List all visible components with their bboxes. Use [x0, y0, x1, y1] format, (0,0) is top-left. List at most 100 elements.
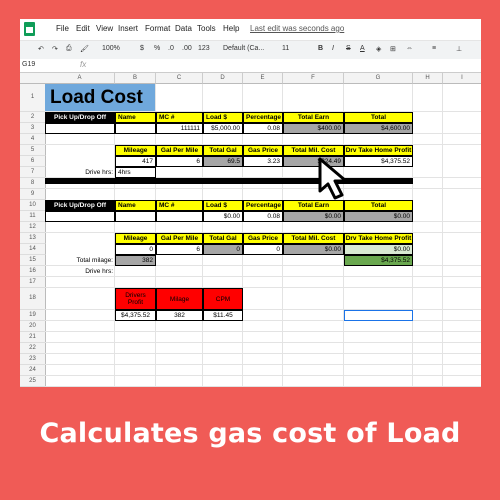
header-total-2[interactable]: Total: [344, 200, 413, 211]
sheet-title[interactable]: Load Cost: [45, 84, 155, 111]
row-header[interactable]: 13: [20, 233, 46, 244]
row-header[interactable]: 21: [20, 332, 46, 343]
header-percentage-2[interactable]: Percentage: [243, 200, 283, 211]
row-header[interactable]: 4: [20, 134, 46, 145]
menu-view[interactable]: View: [96, 24, 113, 33]
col-header-c[interactable]: C: [156, 73, 203, 84]
sheet-grid[interactable]: A B C D E F G H I 1 2 3 4 5 6 7 8 9 10 1…: [20, 73, 481, 387]
header-load[interactable]: Load $: [203, 112, 243, 123]
zoom-select[interactable]: 100%: [102, 45, 120, 52]
cell-mileage-value[interactable]: 417: [115, 156, 156, 167]
header-total-earn-2[interactable]: Total Earn: [283, 200, 344, 211]
row-header[interactable]: 6: [20, 156, 46, 167]
row-header[interactable]: 19: [20, 310, 46, 321]
col-header-h[interactable]: H: [413, 73, 443, 84]
row-header[interactable]: 5: [20, 145, 46, 156]
percent-button[interactable]: %: [154, 45, 160, 52]
cell-gas-price-value[interactable]: 3.23: [243, 156, 283, 167]
row-header[interactable]: 15: [20, 255, 46, 266]
header-total-gal[interactable]: Total Gal: [203, 145, 243, 156]
row-header[interactable]: 16: [20, 266, 46, 277]
font-select[interactable]: Default (Ca...: [223, 45, 264, 52]
row-header[interactable]: 14: [20, 244, 46, 255]
header-milage[interactable]: Milage: [156, 288, 203, 310]
cell-gas-price-value-2[interactable]: 0: [243, 244, 283, 255]
increase-decimal-button[interactable]: .00: [182, 45, 192, 52]
last-edit-link[interactable]: Last edit was seconds ago: [250, 24, 344, 33]
align-vertical-icon[interactable]: ⊥: [456, 45, 462, 53]
row-header[interactable]: 17: [20, 277, 46, 288]
cell-profit-sum-value[interactable]: $4,375.52: [344, 255, 413, 266]
header-mc-2[interactable]: MC #: [156, 200, 203, 211]
col-header-i[interactable]: I: [443, 73, 481, 84]
cell-percentage-value[interactable]: 0.08: [243, 123, 283, 134]
row-header[interactable]: 18: [20, 288, 46, 310]
cell-total-milage-value[interactable]: 382: [115, 255, 156, 266]
cell-total-gal-value[interactable]: 69.5: [203, 156, 243, 167]
cell-load-value[interactable]: $5,000.00: [203, 123, 243, 134]
cell-total-mil-cost-value-2[interactable]: $0.00: [283, 244, 344, 255]
row-header[interactable]: 3: [20, 123, 46, 134]
cell-milage-value[interactable]: 382: [156, 310, 203, 321]
corner-cell[interactable]: [20, 73, 46, 84]
header-drv-take-home-profit[interactable]: Drv Take Home Profit: [344, 145, 413, 156]
row-header[interactable]: 22: [20, 343, 46, 354]
header-total-mil-cost-2[interactable]: Total Mil. Cost: [283, 233, 344, 244]
col-header-a[interactable]: A: [45, 73, 115, 84]
row-header[interactable]: 25: [20, 376, 46, 387]
cell-total-earn-value[interactable]: $400.00: [283, 123, 344, 134]
col-header-e[interactable]: E: [243, 73, 283, 84]
cell-c11[interactable]: [156, 211, 203, 222]
row-header[interactable]: 10: [20, 200, 46, 211]
header-total-mil-cost[interactable]: Total Mil. Cost: [283, 145, 344, 156]
cell-b11[interactable]: [115, 211, 156, 222]
merge-cells-icon[interactable]: ⇔: [406, 45, 413, 52]
row-header[interactable]: 12: [20, 222, 46, 233]
cell-drv-profit-value-2[interactable]: $0.00: [344, 244, 413, 255]
header-gas-price[interactable]: Gas Price: [243, 145, 283, 156]
menu-format[interactable]: Format: [145, 24, 170, 33]
font-size-select[interactable]: 11: [282, 45, 289, 52]
decrease-decimal-button[interactable]: .0: [168, 45, 174, 52]
bold-button[interactable]: B: [318, 45, 323, 52]
cell-a11[interactable]: [45, 211, 115, 222]
print-icon[interactable]: ⎙: [66, 45, 72, 53]
row-header[interactable]: 8: [20, 178, 46, 189]
cell-total-value-2[interactable]: $0.00: [344, 211, 413, 222]
cell-b3[interactable]: [115, 123, 156, 134]
row-header[interactable]: 9: [20, 189, 46, 200]
header-cpm[interactable]: CPM: [203, 288, 243, 310]
menu-tools[interactable]: Tools: [197, 24, 216, 33]
header-gal-per-mile[interactable]: Gal Per Mile: [156, 145, 203, 156]
header-percentage[interactable]: Percentage: [243, 112, 283, 123]
redo-icon[interactable]: ↷: [52, 45, 58, 53]
cell-drivers-profit-value[interactable]: $4,375.52: [115, 310, 156, 321]
fill-color-icon[interactable]: ◈: [376, 45, 381, 53]
header-load-2[interactable]: Load $: [203, 200, 243, 211]
row-header[interactable]: 2: [20, 112, 46, 123]
header-gal-per-mile-2[interactable]: Gal Per Mile: [156, 233, 203, 244]
sheets-logo-icon[interactable]: [24, 22, 35, 36]
menu-edit[interactable]: Edit: [76, 24, 90, 33]
cell-mc-value[interactable]: 111111: [156, 123, 203, 134]
cell-gal-per-mile-value-2[interactable]: 6: [156, 244, 203, 255]
cell-total-gal-value-2[interactable]: 0: [203, 244, 243, 255]
cell-load-value-2[interactable]: $0.00: [203, 211, 243, 222]
header-total-earn[interactable]: Total Earn: [283, 112, 344, 123]
cell-mileage-value-2[interactable]: 0: [115, 244, 156, 255]
cell-gal-per-mile-value[interactable]: 6: [156, 156, 203, 167]
header-pickup-dropoff[interactable]: Pick Up/Drop Off: [45, 112, 115, 123]
header-total-gal-2[interactable]: Total Gal: [203, 233, 243, 244]
header-drv-take-home-profit-2[interactable]: Drv Take Home Profit: [344, 233, 413, 244]
cell-a3[interactable]: [45, 123, 115, 134]
col-header-g[interactable]: G: [344, 73, 413, 84]
currency-button[interactable]: $: [140, 45, 144, 52]
undo-icon[interactable]: ↶: [38, 45, 44, 53]
header-total[interactable]: Total: [344, 112, 413, 123]
cell-total-value[interactable]: $4,600.00: [344, 123, 413, 134]
paint-format-icon[interactable]: 🖌: [80, 45, 89, 53]
selected-cell-g19[interactable]: [344, 310, 413, 321]
borders-icon[interactable]: ⊞: [390, 45, 396, 53]
cell-percentage-value-2[interactable]: 0.08: [243, 211, 283, 222]
col-header-f[interactable]: F: [283, 73, 344, 84]
